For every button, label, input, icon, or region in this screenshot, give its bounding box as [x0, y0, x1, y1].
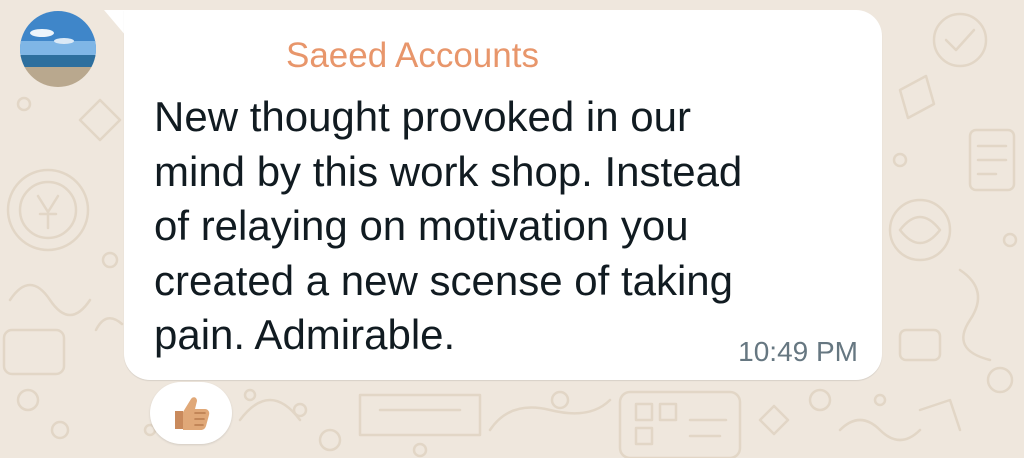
message-timestamp: 10:49 PM: [738, 336, 858, 367]
message-text: New thought provoked in our mind by this…: [154, 93, 743, 358]
contact-avatar[interactable]: [20, 11, 96, 87]
sender-name[interactable]: Saeed Accounts: [286, 36, 539, 76]
message-bubble[interactable]: Saeed Accounts New thought provoked in o…: [124, 10, 882, 380]
reaction-badge[interactable]: [150, 382, 232, 444]
thumbs-up-icon: [175, 397, 210, 430]
bubble-tail: [104, 10, 126, 36]
beach-sky-avatar-icon: [20, 11, 96, 87]
redacted-sender-number: [148, 26, 280, 70]
